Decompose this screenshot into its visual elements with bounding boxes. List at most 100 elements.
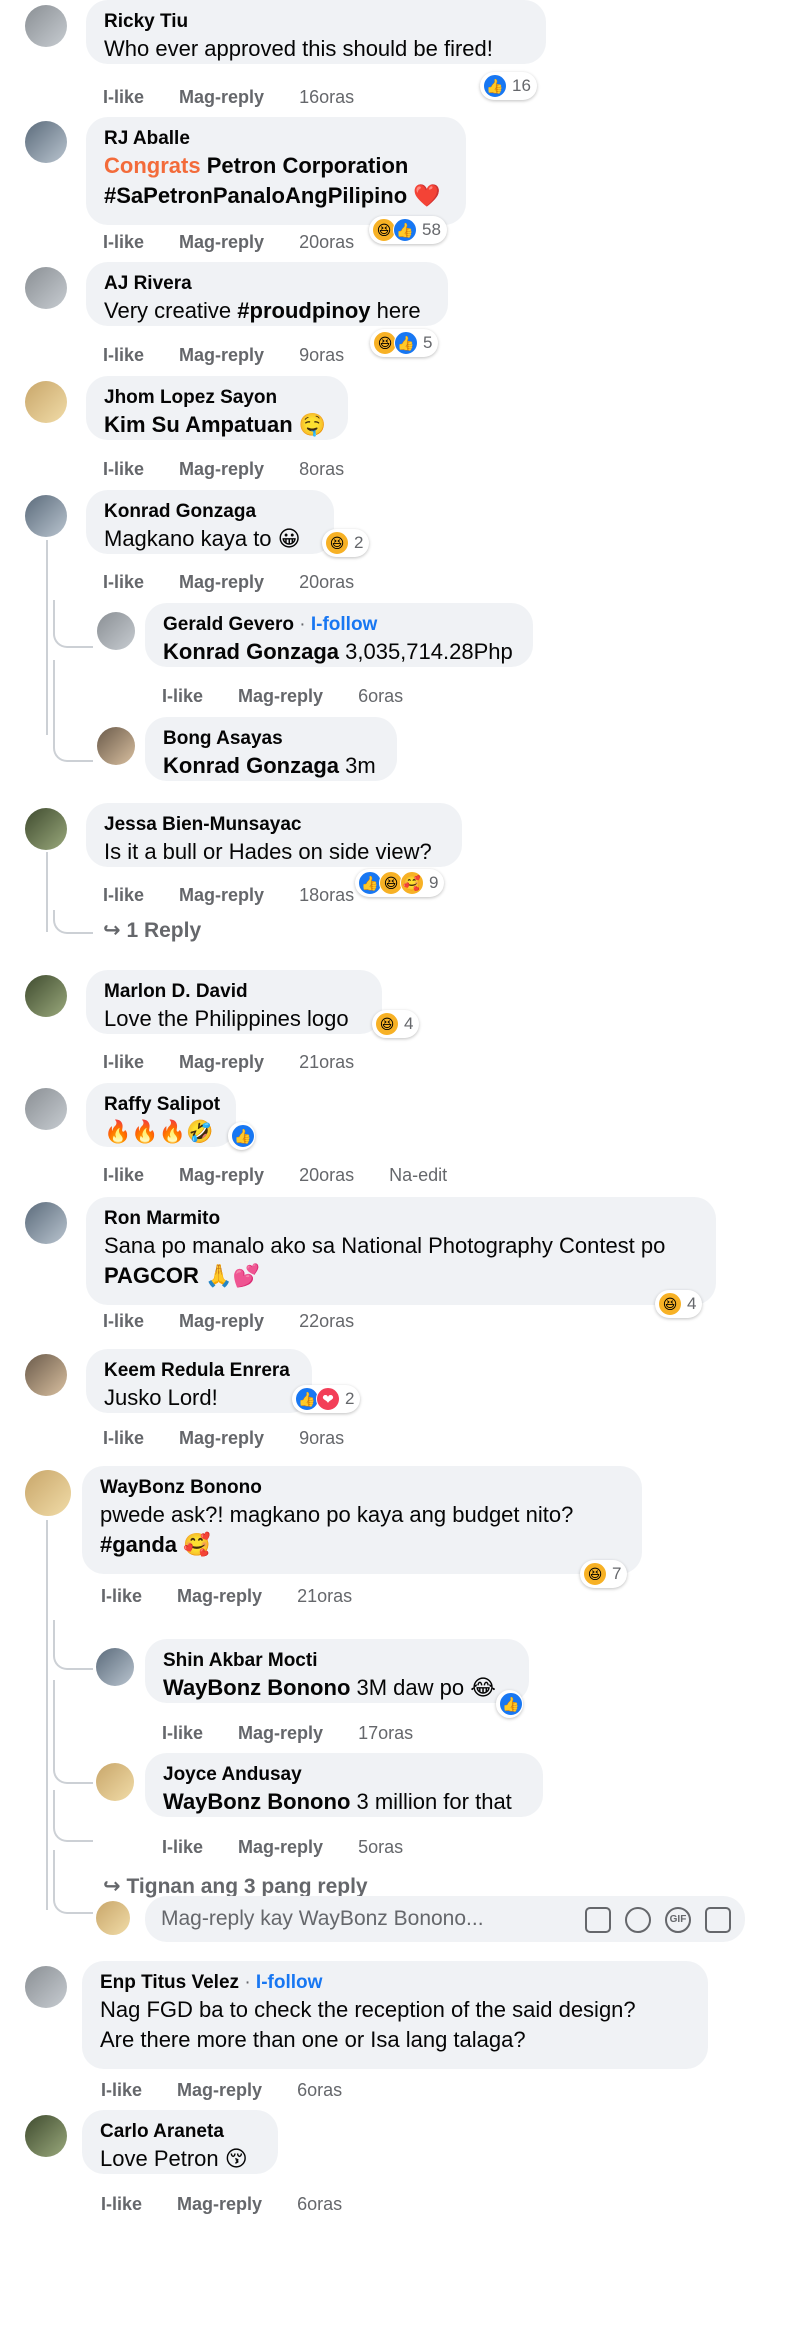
avatar[interactable] (25, 267, 67, 309)
reaction-summary[interactable]: 😆 4 (655, 1290, 703, 1318)
edited-label[interactable]: Na-edit (389, 1165, 447, 1185)
commenter-name[interactable]: Ron Marmito (104, 1206, 698, 1231)
avatar[interactable] (25, 2115, 67, 2157)
reply-button[interactable]: Mag-reply (238, 1837, 323, 1857)
commenter-name[interactable]: Carlo Araneta (100, 2119, 260, 2144)
reaction-summary[interactable]: 👍 16 (480, 72, 537, 100)
avatar[interactable] (25, 1354, 67, 1396)
reply-button[interactable]: Mag-reply (177, 2194, 262, 2214)
mention[interactable]: Konrad Gonzaga (163, 753, 339, 778)
reply-button[interactable]: Mag-reply (238, 1723, 323, 1743)
mention[interactable]: Konrad Gonzaga (163, 639, 339, 664)
reaction-summary[interactable]: 👍 (228, 1122, 255, 1150)
like-button[interactable]: I-like (101, 2080, 142, 2100)
avatar[interactable] (25, 1088, 67, 1130)
timestamp[interactable]: 16oras (299, 87, 354, 107)
avatar[interactable] (25, 495, 67, 537)
current-user-avatar[interactable] (96, 1901, 130, 1935)
avatar[interactable] (97, 612, 135, 650)
reaction-summary[interactable]: 😆 2 (322, 529, 370, 557)
commenter-name[interactable]: Keem Redula Enrera (104, 1358, 294, 1383)
page-mention[interactable]: PAGCOR (104, 1263, 199, 1288)
commenter-name[interactable]: AJ Rivera (104, 271, 430, 296)
like-button[interactable]: I-like (103, 232, 144, 252)
gif-icon[interactable]: GIF (665, 1907, 691, 1933)
avatar[interactable] (25, 1966, 67, 2008)
avatar[interactable] (25, 121, 67, 163)
like-button[interactable]: I-like (162, 1723, 203, 1743)
avatar[interactable] (25, 381, 67, 423)
commenter-name[interactable]: Ricky Tiu (104, 9, 528, 34)
timestamp[interactable]: 6oras (358, 686, 403, 706)
commenter-name[interactable]: Konrad Gonzaga (104, 499, 316, 524)
reply-button[interactable]: Mag-reply (179, 1428, 264, 1448)
reply-input[interactable]: Mag-reply kay WayBonz Bonono... GIF (145, 1896, 745, 1942)
commenter-name[interactable]: Joyce Andusay (163, 1762, 525, 1787)
follow-button[interactable]: I-follow (311, 614, 377, 635)
emoji-icon[interactable] (625, 1907, 651, 1933)
reaction-summary[interactable]: 😆 4 (372, 1010, 420, 1038)
commenter-name[interactable]: WayBonz Bonono (100, 1475, 624, 1500)
mention[interactable]: WayBonz Bonono (163, 1789, 350, 1814)
timestamp[interactable]: 20oras (299, 572, 354, 592)
reply-button[interactable]: Mag-reply (179, 345, 264, 365)
timestamp[interactable]: 22oras (299, 1311, 354, 1331)
commenter-name[interactable]: Marlon D. David (104, 979, 364, 1004)
avatar[interactable] (25, 975, 67, 1017)
like-button[interactable]: I-like (162, 1837, 203, 1857)
like-button[interactable]: I-like (103, 1428, 144, 1448)
timestamp[interactable]: 8oras (299, 459, 344, 479)
reply-button[interactable]: Mag-reply (177, 1586, 262, 1606)
commenter-name[interactable]: Jessa Bien-Munsayac (104, 812, 444, 837)
commenter-name[interactable]: Shin Akbar Mocti (163, 1648, 511, 1673)
timestamp[interactable]: 20oras (299, 232, 354, 252)
reaction-summary[interactable]: 👍 (496, 1690, 523, 1718)
like-button[interactable]: I-like (101, 1586, 142, 1606)
commenter-name[interactable]: Jhom Lopez Sayon (104, 385, 330, 410)
hashtag[interactable]: #ganda 🥰 (100, 1532, 211, 1557)
like-button[interactable]: I-like (103, 1165, 144, 1185)
reply-button[interactable]: Mag-reply (179, 1311, 264, 1331)
like-button[interactable]: I-like (101, 2194, 142, 2214)
avatar[interactable] (25, 808, 67, 850)
view-replies-link[interactable]: ↪ 1 Reply (103, 918, 201, 943)
avatar[interactable] (96, 1763, 134, 1801)
like-button[interactable]: I-like (103, 572, 144, 592)
like-button[interactable]: I-like (103, 345, 144, 365)
mention[interactable]: WayBonz Bonono (163, 1675, 350, 1700)
follow-button[interactable]: I-follow (256, 1972, 322, 1993)
hashtag[interactable]: #SaPetronPanaloAngPilipino ❤️ (104, 183, 441, 208)
reply-button[interactable]: Mag-reply (179, 87, 264, 107)
reply-button[interactable]: Mag-reply (238, 686, 323, 706)
reply-button[interactable]: Mag-reply (179, 1165, 264, 1185)
timestamp[interactable]: 20oras (299, 1165, 354, 1185)
hashtag[interactable]: #proudpinoy (237, 298, 370, 323)
like-button[interactable]: I-like (103, 1052, 144, 1072)
timestamp[interactable]: 21oras (297, 1586, 352, 1606)
timestamp[interactable]: 18oras (299, 885, 354, 905)
reaction-summary[interactable]: 😆 👍 5 (370, 329, 439, 357)
sticker-icon[interactable] (585, 1907, 611, 1933)
avatar[interactable] (25, 5, 67, 47)
avatar[interactable] (97, 727, 135, 765)
like-button[interactable]: I-like (103, 459, 144, 479)
commenter-name[interactable]: Bong Asayas (163, 726, 379, 751)
reaction-summary[interactable]: 😆 7 (580, 1560, 628, 1588)
like-button[interactable]: I-like (103, 1311, 144, 1331)
reply-button[interactable]: Mag-reply (179, 572, 264, 592)
timestamp[interactable]: 6oras (297, 2194, 342, 2214)
reply-button[interactable]: Mag-reply (179, 459, 264, 479)
timestamp[interactable]: 17oras (358, 1723, 413, 1743)
commenter-name[interactable]: Raffy Salipot (104, 1092, 220, 1117)
avatar[interactable] (25, 1202, 67, 1244)
like-button[interactable]: I-like (162, 686, 203, 706)
commenter-name[interactable]: RJ Aballe (104, 126, 448, 151)
reply-button[interactable]: Mag-reply (179, 1052, 264, 1072)
timestamp[interactable]: 9oras (299, 1428, 344, 1448)
timestamp[interactable]: 5oras (358, 1837, 403, 1857)
like-button[interactable]: I-like (103, 885, 144, 905)
reaction-summary[interactable]: 👍 ❤ 2 (292, 1385, 361, 1413)
timestamp[interactable]: 6oras (297, 2080, 342, 2100)
avatar[interactable] (96, 1648, 134, 1686)
camera-icon[interactable] (705, 1907, 731, 1933)
